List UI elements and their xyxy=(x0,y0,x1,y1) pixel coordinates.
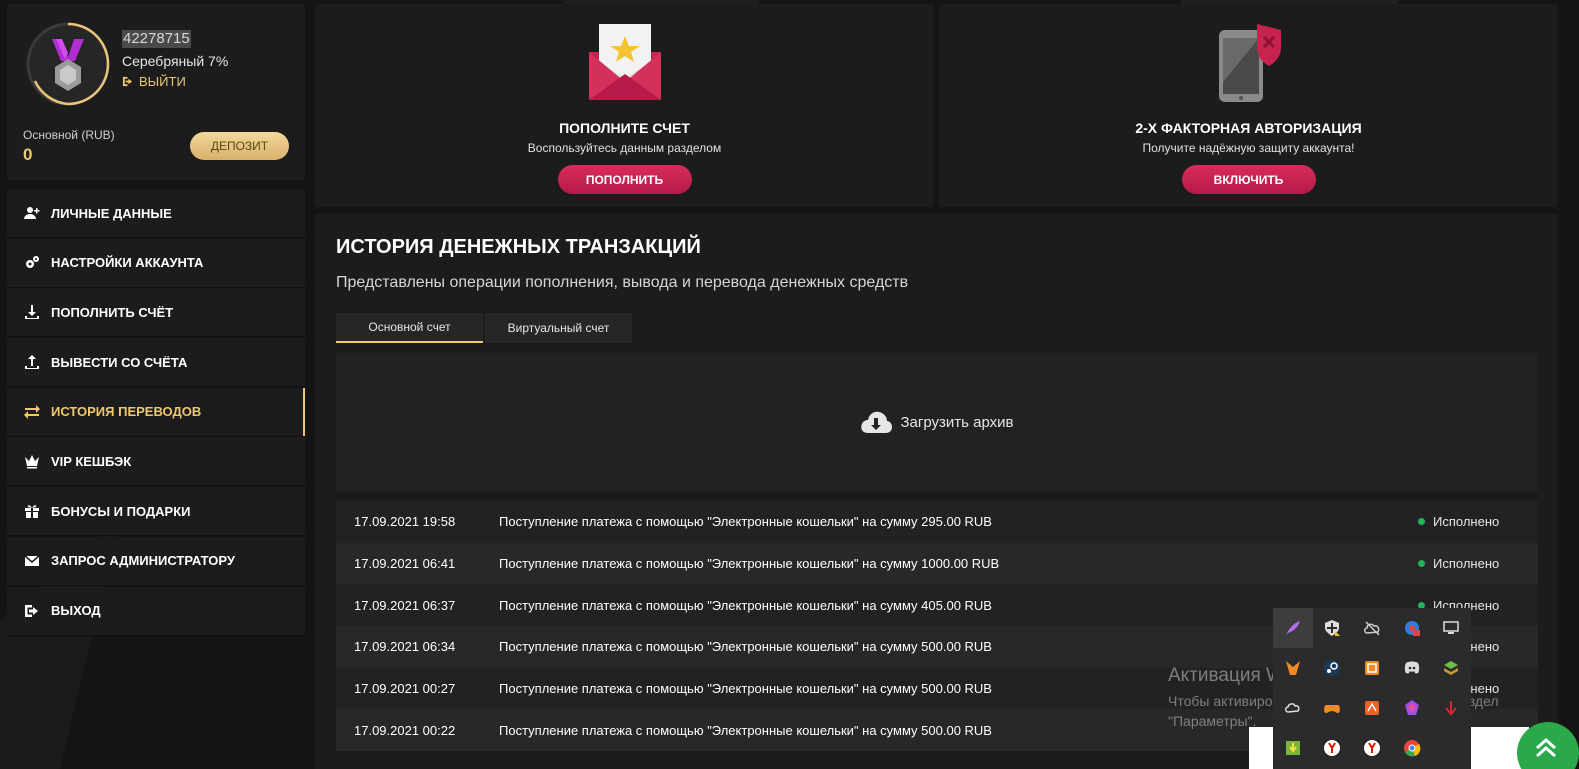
upload-icon xyxy=(23,354,41,370)
tray-gamepad-icon[interactable] xyxy=(1313,688,1353,728)
tray-feather-icon[interactable] xyxy=(1273,608,1313,648)
status-text: Исполнено xyxy=(1433,556,1500,572)
menu-item-exit[interactable]: ВЫХОД xyxy=(7,586,305,636)
tx-date: 17.09.2021 06:37 xyxy=(354,597,456,613)
menu-item-account-settings[interactable]: НАСТРОЙКИ АККАУНТА xyxy=(7,238,305,288)
tray-chrome-icon[interactable] xyxy=(1392,728,1432,768)
menu-item-label: ЛИЧНЫЕ ДАННЫЕ xyxy=(51,205,172,221)
tab-virtual-account[interactable]: Виртуальный счет xyxy=(485,313,632,343)
status-dot xyxy=(1418,518,1425,526)
tray-orange-app-icon[interactable] xyxy=(1352,688,1392,728)
tray-monitor-icon[interactable] xyxy=(1431,608,1471,648)
download-archive-label: Загрузить архив xyxy=(900,413,1014,431)
tray-yandex-browser-icon[interactable] xyxy=(1352,728,1392,768)
crown-icon xyxy=(23,453,41,469)
user-plus-icon xyxy=(23,205,41,221)
exchange-icon xyxy=(23,404,41,420)
tray-yandex-icon[interactable] xyxy=(1313,728,1353,768)
tray-cloud-link-icon[interactable] xyxy=(1273,688,1313,728)
page-title: ИСТОРИЯ ДЕНЕЖНЫХ ТРАНЗАКЦИЙ xyxy=(336,236,701,258)
tx-date: 17.09.2021 06:34 xyxy=(354,639,456,655)
menu-item-label: БОНУСЫ И ПОДАРКИ xyxy=(51,503,191,519)
tray-orange-square-icon[interactable] xyxy=(1352,648,1392,688)
cloud-download-icon xyxy=(861,411,893,433)
envelope-star-icon xyxy=(588,24,661,100)
tray-app-orange-icon[interactable] xyxy=(1273,648,1313,688)
user-level: Серебряный 7% xyxy=(122,53,229,69)
menu-item-deposit[interactable]: ПОПОЛНИТЬ СЧЁТ xyxy=(7,288,305,338)
menu-item-label: ВЫХОД xyxy=(51,603,101,618)
tray-red-arrow-icon[interactable] xyxy=(1431,688,1471,728)
promo-2fa-title: 2-Х ФАКТОРНАЯ АВТОРИЗАЦИЯ xyxy=(1135,120,1362,136)
download-icon xyxy=(23,304,41,320)
promo-deposit-card: ПОПОЛНИТЕ СЧЕТ Воспользуйтесь данным раз… xyxy=(315,4,934,207)
deposit-now-button[interactable]: ПОПОЛНИТЬ xyxy=(557,165,692,194)
tab-main-account[interactable]: Основной счет xyxy=(336,313,483,343)
balance-label: Основной (RUB) xyxy=(23,128,115,142)
tray-discord-icon[interactable] xyxy=(1392,648,1432,688)
menu-item-label: ИСТОРИЯ ПЕРЕВОДОВ xyxy=(51,404,202,420)
tray-browser-icon[interactable] xyxy=(1392,608,1432,648)
menu-item-label: ПОПОЛНИТЬ СЧЁТ xyxy=(51,304,174,320)
system-tray-overflow xyxy=(1273,608,1471,769)
logout-label: ВЫЙТИ xyxy=(139,74,186,89)
menu-item-label: ВЫВЕСТИ СО СЧЁТА xyxy=(51,354,188,370)
promo-deposit-title: ПОПОЛНИТЕ СЧЕТ xyxy=(559,120,690,136)
chevrons-up-icon xyxy=(1536,737,1556,758)
tray-stack-icon[interactable] xyxy=(1431,648,1471,688)
tray-defender-icon[interactable] xyxy=(1313,608,1353,648)
account-tabs: Основной счет Виртуальный счет xyxy=(336,313,632,343)
menu-item-label: VIP КЕШБЭК xyxy=(51,453,132,469)
tray-cloud-off-icon[interactable] xyxy=(1352,608,1392,648)
live-chat-button[interactable] xyxy=(1517,722,1579,769)
tx-date: 17.09.2021 00:22 xyxy=(354,722,456,738)
sign-out-icon xyxy=(122,76,133,87)
tx-description: Поступление платежа с помощью "Электронн… xyxy=(499,514,992,530)
tx-date: 17.09.2021 06:41 xyxy=(354,556,456,572)
promo-deposit-subtitle: Воспользуйтесь данным разделом xyxy=(527,141,722,155)
promo-2fa-subtitle: Получите надёжную защиту аккаунта! xyxy=(1142,141,1355,155)
menu-item-bonuses[interactable]: БОНУСЫ И ПОДАРКИ xyxy=(7,487,305,537)
menu-item-vip-cashback[interactable]: VIP КЕШБЭК xyxy=(7,437,305,487)
profile-card: 42278715 Серебряный 7% ВЫЙТИ Основной (R… xyxy=(7,4,305,180)
envelope-icon xyxy=(23,553,41,569)
balance-value: 0 xyxy=(23,145,33,164)
status-badge: Исполнено xyxy=(1418,556,1538,571)
table-row: 17.09.2021 06:41 Поступление платежа с п… xyxy=(336,542,1538,585)
logout-link[interactable]: ВЫЙТИ xyxy=(122,74,186,89)
table-row: 17.09.2021 19:58 Поступление платежа с п… xyxy=(336,501,1538,543)
menu-item-label: НАСТРОЙКИ АККАУНТА xyxy=(51,255,204,271)
silver-medal-icon xyxy=(26,22,110,106)
tray-gem-icon[interactable] xyxy=(1392,688,1432,728)
gears-icon xyxy=(23,255,41,271)
gift-icon xyxy=(23,503,41,519)
enable-2fa-button[interactable]: ВКЛЮЧИТЬ xyxy=(1181,165,1316,194)
menu-item-label: ЗАПРОС АДМИНИСТРАТОРУ xyxy=(51,553,235,569)
promo-2fa-card: 2-Х ФАКТОРНАЯ АВТОРИЗАЦИЯ Получите надёж… xyxy=(939,4,1558,207)
phone-shield-icon xyxy=(1218,24,1281,102)
deposit-button[interactable]: ДЕПОЗИТ xyxy=(190,132,289,160)
tray-steam-icon[interactable] xyxy=(1313,648,1353,688)
page-subtitle: Представлены операции пополнения, вывода… xyxy=(336,274,909,291)
avatar xyxy=(25,21,111,107)
status-badge: Исполнено xyxy=(1418,514,1538,529)
tx-description: Поступление платежа с помощью "Электронн… xyxy=(499,556,1000,572)
side-menu: ЛИЧНЫЕ ДАННЫЕ НАСТРОЙКИ АККАУНТА ПОПОЛНИ… xyxy=(7,189,305,636)
menu-item-transfer-history[interactable]: ИСТОРИЯ ПЕРЕВОДОВ xyxy=(7,387,305,437)
status-dot xyxy=(1418,560,1425,568)
user-id: 42278715 xyxy=(122,30,191,48)
menu-item-admin-request[interactable]: ЗАПРОС АДМИНИСТРАТОРУ xyxy=(7,536,305,586)
tray-download-icon[interactable] xyxy=(1273,728,1313,768)
tx-date: 17.09.2021 00:27 xyxy=(354,681,456,697)
tx-date: 17.09.2021 19:58 xyxy=(354,514,456,530)
menu-item-withdraw[interactable]: ВЫВЕСТИ СО СЧЁТА xyxy=(7,338,305,388)
download-archive-button[interactable]: Загрузить архив xyxy=(336,353,1538,491)
menu-item-personal-data[interactable]: ЛИЧНЫЕ ДАННЫЕ xyxy=(7,189,305,238)
tray-empty-slot xyxy=(1431,728,1471,768)
status-text: Исполнено xyxy=(1433,514,1500,530)
sign-out-icon xyxy=(23,603,41,619)
